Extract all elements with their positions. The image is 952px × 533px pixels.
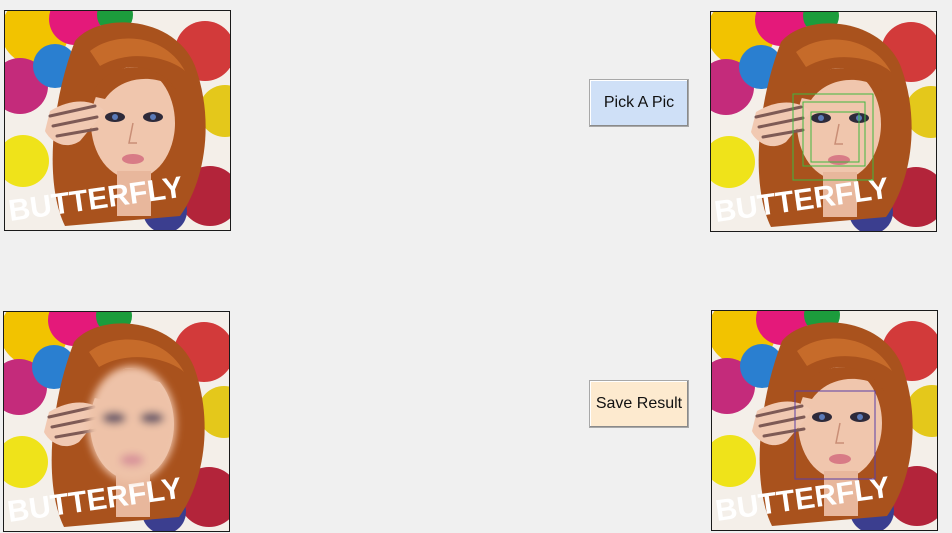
blurred-image	[4, 312, 229, 531]
blurred-image-panel	[3, 311, 230, 532]
result-image-panel	[711, 310, 938, 531]
result-image	[712, 311, 937, 530]
original-image	[5, 11, 230, 230]
detection-image	[711, 12, 936, 231]
save-result-button[interactable]: Save Result	[589, 380, 689, 428]
detection-image-panel	[710, 11, 937, 232]
original-image-panel	[4, 10, 231, 231]
pick-a-pic-button[interactable]: Pick A Pic	[589, 79, 689, 127]
